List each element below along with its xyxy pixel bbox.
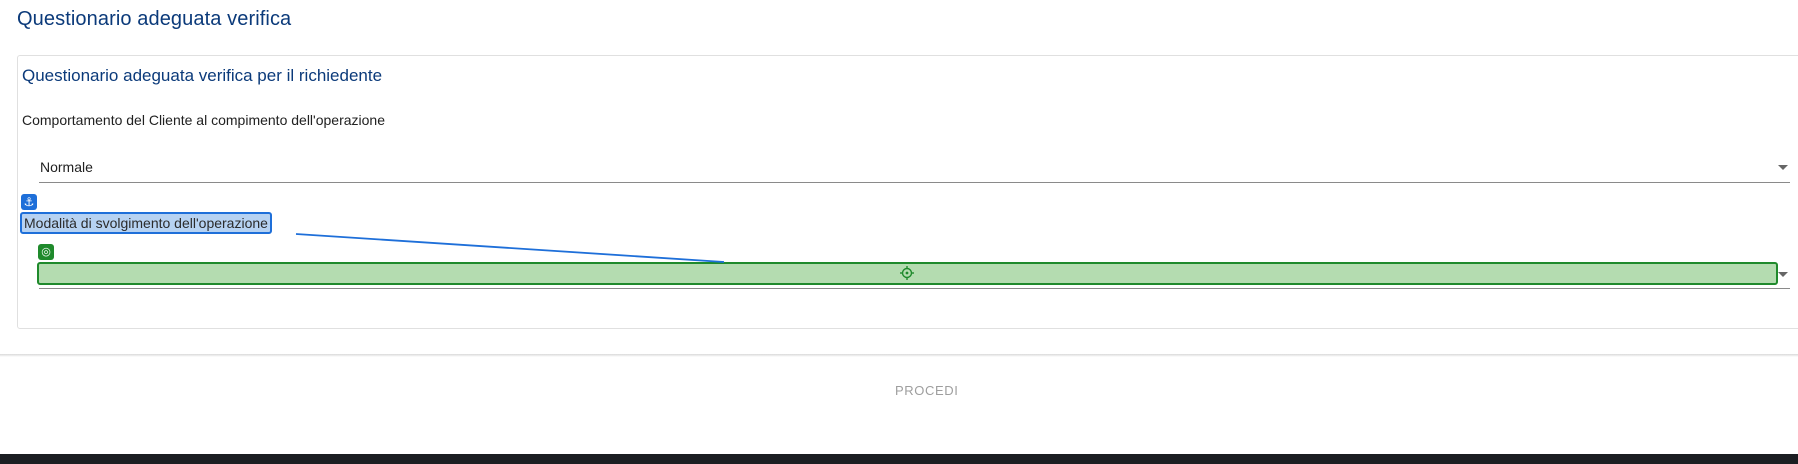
page: Questionario adeguata verifica Questiona… [0,0,1798,464]
anchor-icon: ⚓ [21,194,37,210]
crosshair-icon [900,266,914,280]
question-label-comportamento: Comportamento del Cliente al compimento … [22,112,385,128]
comportamento-select[interactable]: Normale [39,154,1790,183]
target-icon: ◎ [38,244,54,260]
question-label-modalita: Modalità di svolgimento dell'operazione [20,212,272,234]
card-title: Questionario adeguata verifica per il ri… [22,66,383,85]
chevron-down-icon [1778,165,1788,170]
taskbar [0,454,1798,464]
procedi-button[interactable]: PROCEDI [895,383,958,398]
page-title: Questionario adeguata verifica [17,8,292,30]
comportamento-select-value: Normale [40,159,93,175]
chevron-down-icon [1778,272,1788,277]
divider [0,354,1798,357]
